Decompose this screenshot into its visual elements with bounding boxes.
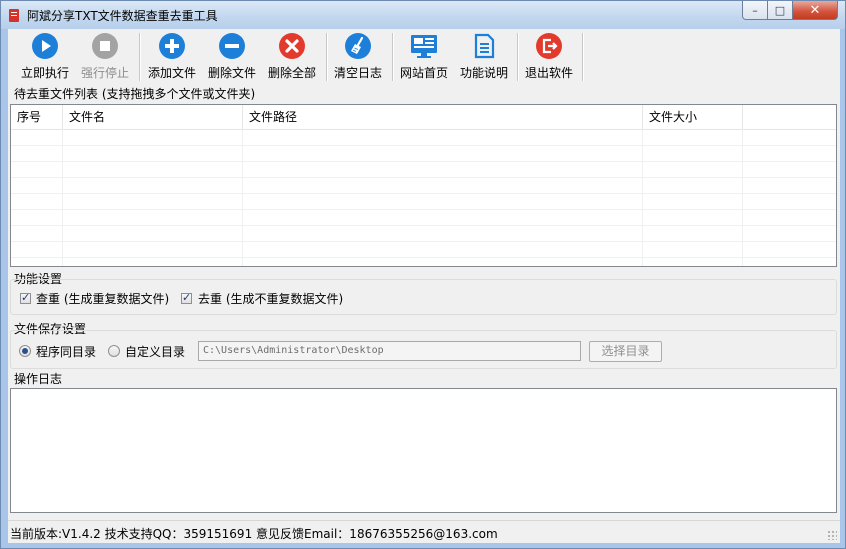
grid-line [11,241,836,242]
grid-line [742,129,743,266]
help-doc-button-label: 功能说明 [459,66,508,80]
add-file-button-label: 添加文件 [147,66,196,80]
choose-directory-button[interactable]: 选择目录 [589,341,662,362]
minus-icon [219,33,245,59]
client-area: 立即执行 强行停止 添加文件 删除文件 删除全部 清空日志 网站首页 功能说明 … [8,29,840,543]
custom-dir-label[interactable]: 自定义目录 [125,343,185,360]
grid-line [11,161,836,162]
execute-button[interactable]: 立即执行 [15,32,75,84]
clear-log-button[interactable]: 清空日志 [328,32,388,84]
grid-line [11,209,836,210]
grid-line [11,193,836,194]
save-path-input[interactable]: C:\Users\Administrator\Desktop [198,341,581,361]
window-controls: – □ ✕ [742,1,838,21]
delete-file-button[interactable]: 删除文件 [202,32,262,84]
maximize-button[interactable]: □ [768,1,793,20]
grid-line [62,129,63,266]
app-logo-icon [9,9,19,22]
column-header-index[interactable]: 序号 [11,105,63,129]
close-button[interactable]: ✕ [793,1,838,20]
grid-line [11,257,836,258]
file-list-view[interactable]: 序号 文件名 文件路径 文件大小 [10,104,837,267]
dedupe-check-checkbox[interactable] [20,291,31,304]
grid-line [642,129,643,266]
document-icon [474,33,495,59]
operation-log-textarea[interactable] [10,388,837,513]
program-dir-label[interactable]: 程序同目录 [36,343,96,360]
operation-log-label: 操作日志 [14,372,63,386]
custom-dir-radio[interactable] [108,345,120,357]
grid-line [242,129,243,266]
grid-line [11,225,836,226]
column-header-filesize[interactable]: 文件大小 [643,105,743,129]
remove-duplicates-checkbox[interactable] [181,291,192,304]
resize-grip-icon[interactable] [827,530,837,540]
force-stop-button[interactable]: 强行停止 [75,32,135,84]
program-dir-radio[interactable] [19,345,31,357]
toolbar: 立即执行 强行停止 添加文件 删除文件 删除全部 清空日志 网站首页 功能说明 … [8,29,840,85]
plus-icon [159,33,185,59]
delete-all-button[interactable]: 删除全部 [262,32,322,84]
x-circle-icon [279,33,305,59]
status-text: 当前版本:V1.4.2 技术支持QQ：359151691 意见反馈Email：1… [10,527,498,541]
stop-icon [92,33,118,59]
exit-app-button[interactable]: 退出软件 [519,32,579,84]
execute-button-label: 立即执行 [20,66,69,80]
window-title: 阿斌分享TXT文件数据查重去重工具 [27,9,218,23]
column-header-filename[interactable]: 文件名 [63,105,243,129]
toolbar-separator [582,33,584,81]
force-stop-button-label: 强行停止 [80,66,129,80]
app-window: 阿斌分享TXT文件数据查重去重工具 – □ ✕ 立即执行 强行停止 添加文件 删… [0,0,846,549]
status-bar: 当前版本:V1.4.2 技术支持QQ：359151691 意见反馈Email：1… [8,520,840,543]
title-bar[interactable]: 阿斌分享TXT文件数据查重去重工具 – □ ✕ [1,1,845,29]
exit-app-button-label: 退出软件 [524,66,573,80]
clear-log-button-label: 清空日志 [333,66,382,80]
dedupe-check-label[interactable]: 查重 (生成重复数据文件) [36,290,169,307]
toolbar-separator [139,33,141,81]
file-list-header: 序号 文件名 文件路径 文件大小 [11,105,836,130]
website-home-button-label: 网站首页 [399,66,448,80]
grid-line [11,145,836,146]
minimize-button[interactable]: – [742,1,768,20]
remove-duplicates-label[interactable]: 去重 (生成不重复数据文件) [198,290,343,307]
help-doc-button[interactable]: 功能说明 [454,32,514,84]
play-icon [32,33,58,59]
file-list-label: 待去重文件列表 (支持拖拽多个文件或文件夹) [14,87,256,101]
exit-icon [536,33,562,59]
grid-line [11,177,836,178]
website-home-button[interactable]: 网站首页 [394,32,454,84]
delete-file-button-label: 删除文件 [207,66,256,80]
broom-icon [345,33,371,59]
add-file-button[interactable]: 添加文件 [142,32,202,84]
monitor-icon [411,35,437,58]
column-header-blank [743,105,836,129]
delete-all-button-label: 删除全部 [267,66,316,80]
column-header-filepath[interactable]: 文件路径 [243,105,643,129]
